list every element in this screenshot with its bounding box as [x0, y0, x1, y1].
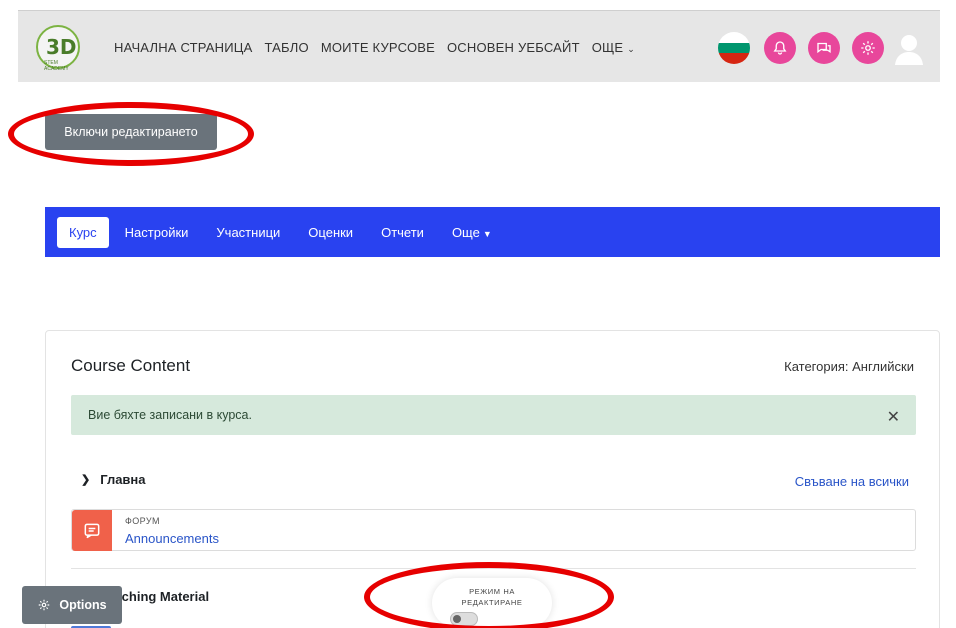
collapse-all-link[interactable]: Свъване на всички — [795, 474, 909, 489]
highlight-ellipse-edit-button — [8, 102, 254, 166]
course-title: Course Content — [71, 356, 191, 375]
top-navbar: 3D STEM ACADEMY НАЧАЛНА СТРАНИЦА ТАБЛО М… — [18, 10, 940, 82]
chevron-down-icon: ⌄ — [627, 43, 636, 54]
bell-icon — [773, 41, 787, 55]
options-label: Options — [59, 598, 107, 612]
nav-my-courses[interactable]: МОИТЕ КУРСОВЕ — [321, 40, 435, 55]
activity-link[interactable]: Announcements — [125, 531, 219, 546]
site-logo[interactable]: 3D STEM ACADEMY — [36, 25, 80, 72]
section-title: Главна — [100, 472, 146, 487]
gear-icon — [39, 599, 50, 611]
tab-course[interactable]: Курс — [57, 216, 109, 248]
tab-reports[interactable]: Отчети — [369, 217, 436, 248]
tab-grades[interactable]: Оценки — [296, 217, 365, 248]
notifications-button[interactable] — [764, 32, 796, 64]
options-button[interactable]: Options — [22, 586, 122, 624]
tab-more[interactable]: Още ▼ — [440, 217, 504, 248]
alert-message: Вие бяхте записани в курса. — [88, 408, 252, 422]
nav-more-label: ОЩЕ — [591, 39, 624, 55]
nav-home[interactable]: НАЧАЛНА СТРАНИЦА — [114, 40, 252, 55]
highlight-ellipse-edit-toggle — [364, 562, 614, 628]
tab-participants[interactable]: Участници — [204, 217, 292, 248]
messages-button[interactable] — [808, 32, 840, 64]
gear-icon — [861, 41, 875, 55]
activity-item[interactable]: ФОРУМ Announcements — [71, 509, 916, 551]
chevron-down-icon: ❯ — [81, 474, 91, 486]
settings-button[interactable] — [852, 32, 884, 64]
course-secondary-nav: Курс Настройки Участници Оценки Отчети О… — [45, 207, 940, 257]
logo-subtext: STEM ACADEMY — [44, 60, 69, 72]
nav-dashboard[interactable]: ТАБЛО — [264, 40, 308, 55]
close-icon[interactable]: ✕ — [887, 407, 900, 427]
nav-main-website[interactable]: ОСНОВЕН УЕБСАЙТ — [447, 40, 580, 55]
tab-more-label: Още — [451, 224, 480, 240]
nav-more[interactable]: ОЩЕ ⌄ — [592, 40, 635, 55]
user-avatar[interactable] — [892, 31, 926, 65]
user-icon — [895, 35, 923, 65]
tab-settings[interactable]: Настройки — [113, 217, 201, 248]
section-header-main[interactable]: ❯ Главна — [81, 472, 146, 487]
chevron-down-icon: ▼ — [482, 228, 492, 239]
bulgarian-flag-icon[interactable] — [718, 32, 750, 64]
enrolment-alert: Вие бяхте записани в курса. ✕ — [71, 395, 916, 435]
course-category: Категория: Английски — [784, 359, 914, 374]
primary-nav: НАЧАЛНА СТРАНИЦА ТАБЛО МОИТЕ КУРСОВЕ ОСН… — [114, 11, 635, 83]
logo-text: 3D — [46, 35, 77, 59]
forum-icon — [72, 510, 112, 551]
chat-icon — [817, 42, 831, 54]
activity-type: ФОРУМ — [125, 516, 160, 526]
